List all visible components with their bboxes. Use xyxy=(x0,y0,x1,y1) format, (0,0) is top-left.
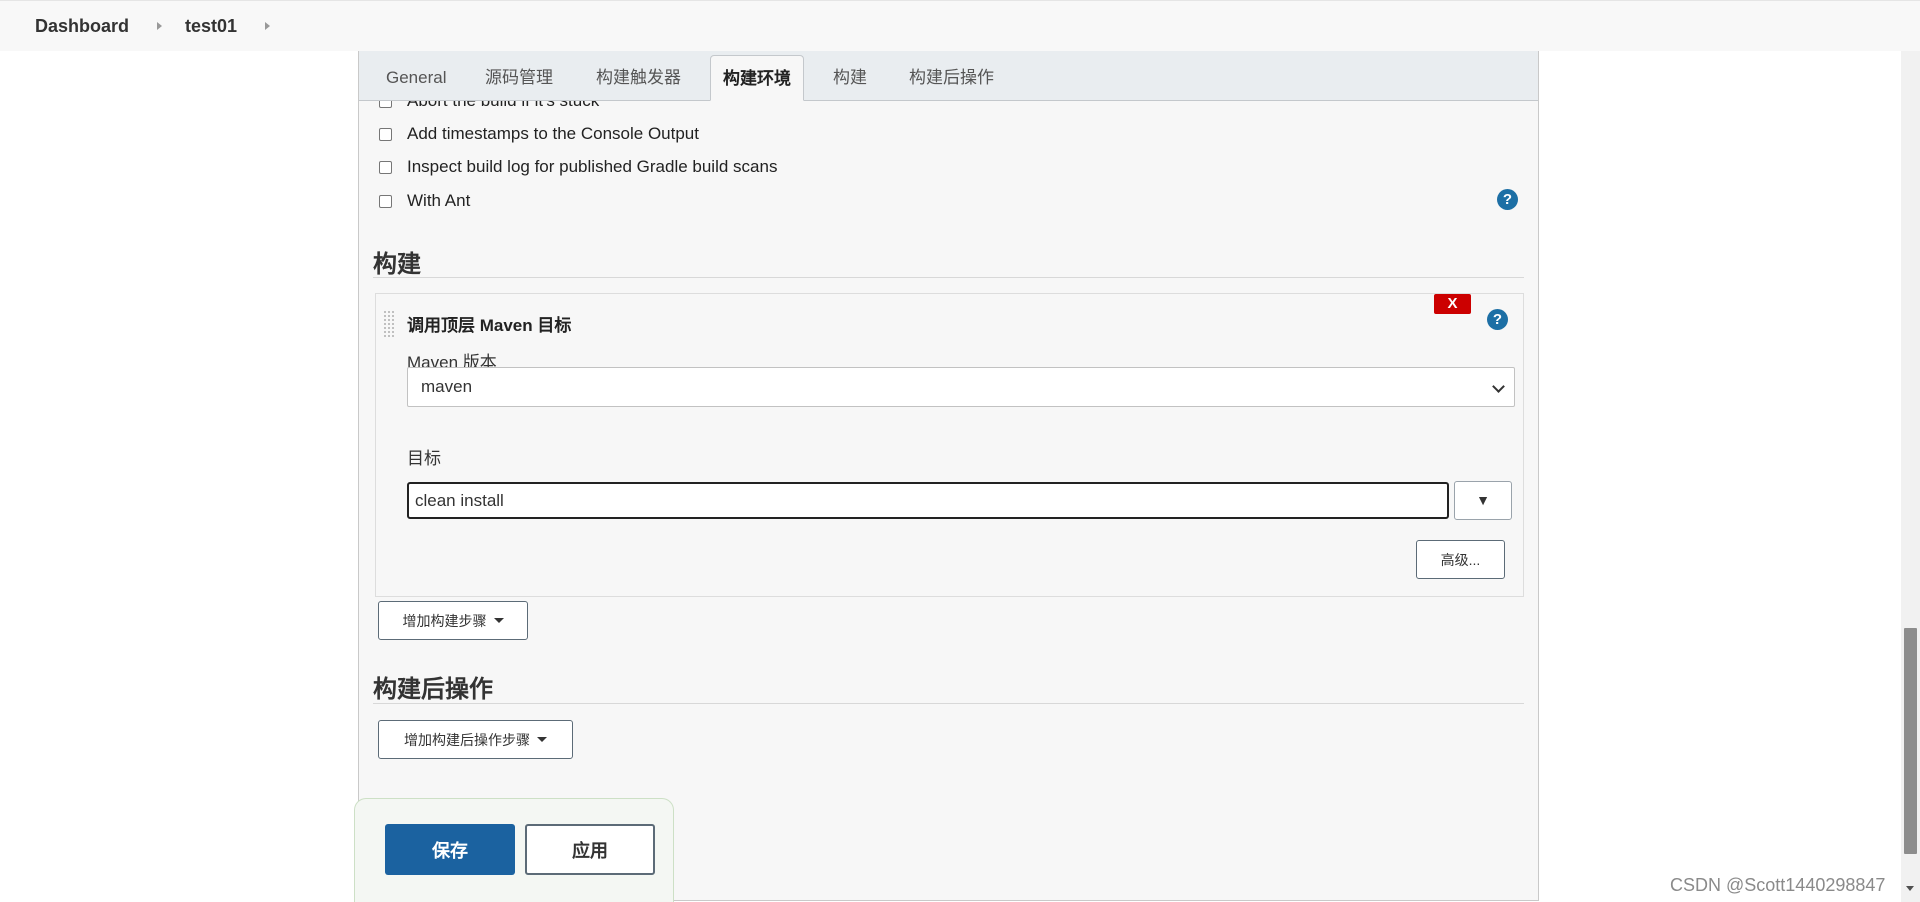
scroll-down-arrow-icon[interactable] xyxy=(1906,886,1914,891)
option-timestamps: Add timestamps to the Console Output xyxy=(379,124,699,144)
checkbox[interactable] xyxy=(379,160,392,174)
help-icon[interactable]: ? xyxy=(1497,189,1518,210)
save-bar: 保存 应用 xyxy=(354,798,674,902)
breadcrumb-dashboard[interactable]: Dashboard xyxy=(35,16,129,37)
checkbox[interactable] xyxy=(379,127,392,141)
option-with-ant: With Ant xyxy=(379,191,470,211)
drag-handle-icon[interactable] xyxy=(383,310,395,338)
save-button[interactable]: 保存 xyxy=(385,824,515,875)
divider xyxy=(373,703,1524,704)
config-panel: General 源码管理 构建触发器 构建环境 构建 构建后操作 Abort t… xyxy=(358,51,1539,901)
tab-post-build[interactable]: 构建后操作 xyxy=(909,55,994,100)
step-title: 调用顶层 Maven 目标 xyxy=(407,316,572,335)
tab-build[interactable]: 构建 xyxy=(833,55,867,100)
maven-version-select[interactable]: maven xyxy=(407,367,1515,407)
section-title-build: 构建 xyxy=(373,251,421,278)
tab-build-environment[interactable]: 构建环境 xyxy=(710,55,804,101)
watermark: CSDN @Scott1440298847 xyxy=(1670,875,1886,895)
caret-down-icon xyxy=(493,618,504,623)
advanced-button[interactable]: 高级... xyxy=(1416,540,1505,579)
option-abort-stuck: Abort the build if it's stuck xyxy=(379,91,599,111)
add-post-build-step-button[interactable]: 增加构建后操作步骤 xyxy=(378,720,573,759)
breadcrumb: Dashboard test01 xyxy=(0,0,1920,51)
checkbox[interactable] xyxy=(379,94,392,108)
goals-label: 目标 xyxy=(407,449,441,468)
chevron-down-icon xyxy=(1492,380,1505,393)
breadcrumb-job[interactable]: test01 xyxy=(185,16,237,37)
maven-build-step: X ? 调用顶层 Maven 目标 Maven 版本 maven 目标 clea… xyxy=(375,293,1524,597)
apply-button[interactable]: 应用 xyxy=(525,824,655,875)
section-title-post-build: 构建后操作 xyxy=(373,676,493,703)
chevron-right-icon[interactable] xyxy=(157,22,163,30)
divider xyxy=(373,277,1524,278)
goals-input[interactable]: clean install xyxy=(407,482,1449,519)
delete-step-button[interactable]: X xyxy=(1434,294,1471,314)
option-gradle-scans: Inspect build log for published Gradle b… xyxy=(379,157,777,177)
expand-goals-button[interactable]: ▼ xyxy=(1454,481,1512,520)
tab-triggers[interactable]: 构建触发器 xyxy=(596,55,681,100)
add-build-step-button[interactable]: 增加构建步骤 xyxy=(378,601,528,640)
scrollbar-thumb[interactable] xyxy=(1904,628,1917,854)
help-icon[interactable]: ? xyxy=(1487,309,1508,330)
chevron-right-icon[interactable] xyxy=(265,22,271,30)
checkbox[interactable] xyxy=(379,194,392,208)
caret-down-icon xyxy=(537,737,547,742)
